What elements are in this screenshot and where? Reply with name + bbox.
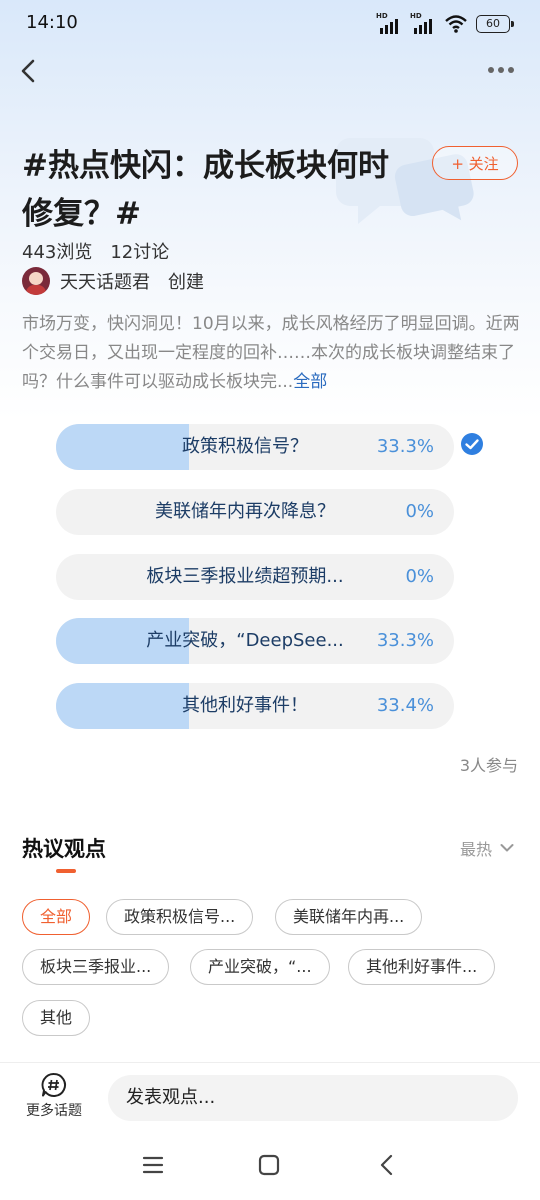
topic-title: #热点快闪：成长板块何时修复？# [22, 148, 389, 232]
status-time: 14:10 [26, 12, 78, 33]
follow-button[interactable]: + 关注 [432, 146, 518, 180]
more-dot-icon [488, 67, 494, 73]
poll-option[interactable]: 产业突破，“DeepSee... 33.3% [56, 618, 454, 664]
more-dot-icon [498, 67, 504, 73]
creator-row[interactable]: 天天话题君 创建 [22, 266, 204, 296]
battery-icon: 60 [476, 15, 514, 33]
poll-option-percent: 0% [405, 566, 434, 587]
home-icon[interactable] [258, 1154, 280, 1176]
poll-option-label: 政策积极信号？ [182, 436, 308, 457]
poll-option-percent: 33.3% [376, 436, 434, 457]
avatar[interactable] [22, 267, 50, 295]
discussion-count: 12讨论 [110, 242, 170, 263]
sort-dropdown[interactable]: 最热 [460, 836, 514, 860]
poll-option-percent: 0% [405, 501, 434, 522]
bottom-divider [0, 1062, 540, 1063]
sort-label: 最热 [459, 840, 492, 859]
hashtag-icon [41, 1072, 66, 1097]
status-icons: HD HD 60 [376, 12, 514, 36]
selected-check-icon [461, 433, 483, 455]
poll-option-percent: 33.3% [376, 630, 434, 651]
signal-icon: HD [410, 12, 436, 34]
filter-chip[interactable]: 产业突破，“... [190, 949, 330, 985]
topic-stats: 443浏览 12讨论 [22, 238, 169, 264]
filter-chip[interactable]: 政策积极信号... [106, 899, 254, 935]
system-navigation-bar [142, 1154, 393, 1176]
wifi-icon [445, 15, 467, 33]
poll-option-label: 产业突破，“DeepSee... [146, 630, 344, 651]
poll-option[interactable]: 其他利好事件！ 33.4% [56, 683, 454, 729]
poll-option[interactable]: 美联储年内再次降息？ 0% [56, 489, 454, 535]
back-chevron-icon[interactable] [14, 56, 42, 86]
filter-chip[interactable]: 美联储年内再... [275, 899, 423, 935]
participant-count: 3人参与 [459, 756, 518, 775]
signal-icon: HD [376, 12, 402, 34]
poll-option[interactable]: 板块三季报业绩超预期... 0% [56, 554, 454, 600]
more-topics-label: 更多话题 [26, 1103, 82, 1119]
poll-option-label: 美联储年内再次降息？ [155, 501, 335, 522]
filter-chip[interactable]: 板块三季报业... [22, 949, 170, 985]
section-title: 热议观点 [22, 837, 106, 861]
poll-option[interactable]: 政策积极信号？ 33.3% [56, 424, 454, 470]
poll-option-label: 板块三季报业绩超预期... [146, 566, 344, 587]
topic-description: 市场万变，快闪洞见！10月以来，成长风格经历了明显回调。近两个交易日，又出现一定… [22, 310, 522, 397]
more-options-button[interactable] [488, 60, 518, 80]
back-icon[interactable] [380, 1154, 393, 1176]
poll-option-label: 其他利好事件！ [182, 695, 308, 716]
comment-input[interactable]: 发表观点... [108, 1075, 518, 1121]
more-topics-button[interactable]: 更多话题 [20, 1072, 88, 1128]
filter-chip-all[interactable]: 全部 [22, 899, 91, 935]
expand-description-link[interactable]: 全部 [293, 372, 327, 392]
more-dot-icon [508, 67, 514, 73]
status-bar: 14:10 HD HD 60 [0, 0, 540, 48]
creator-action: 创建 [168, 272, 204, 293]
description-text: 市场万变，快闪洞见！10月以来，成长风格经历了明显回调。近两个交易日，又出现一定… [22, 314, 520, 392]
menu-icon[interactable] [142, 1156, 164, 1174]
poll-option-percent: 33.4% [376, 695, 434, 716]
chevron-down-icon [500, 844, 514, 852]
filter-chip[interactable]: 其他 [22, 1000, 91, 1036]
view-count: 443浏览 [22, 242, 93, 263]
filter-chip[interactable]: 其他利好事件... [348, 949, 496, 985]
creator-name[interactable]: 天天话题君 [60, 268, 150, 294]
section-underline [56, 869, 76, 873]
